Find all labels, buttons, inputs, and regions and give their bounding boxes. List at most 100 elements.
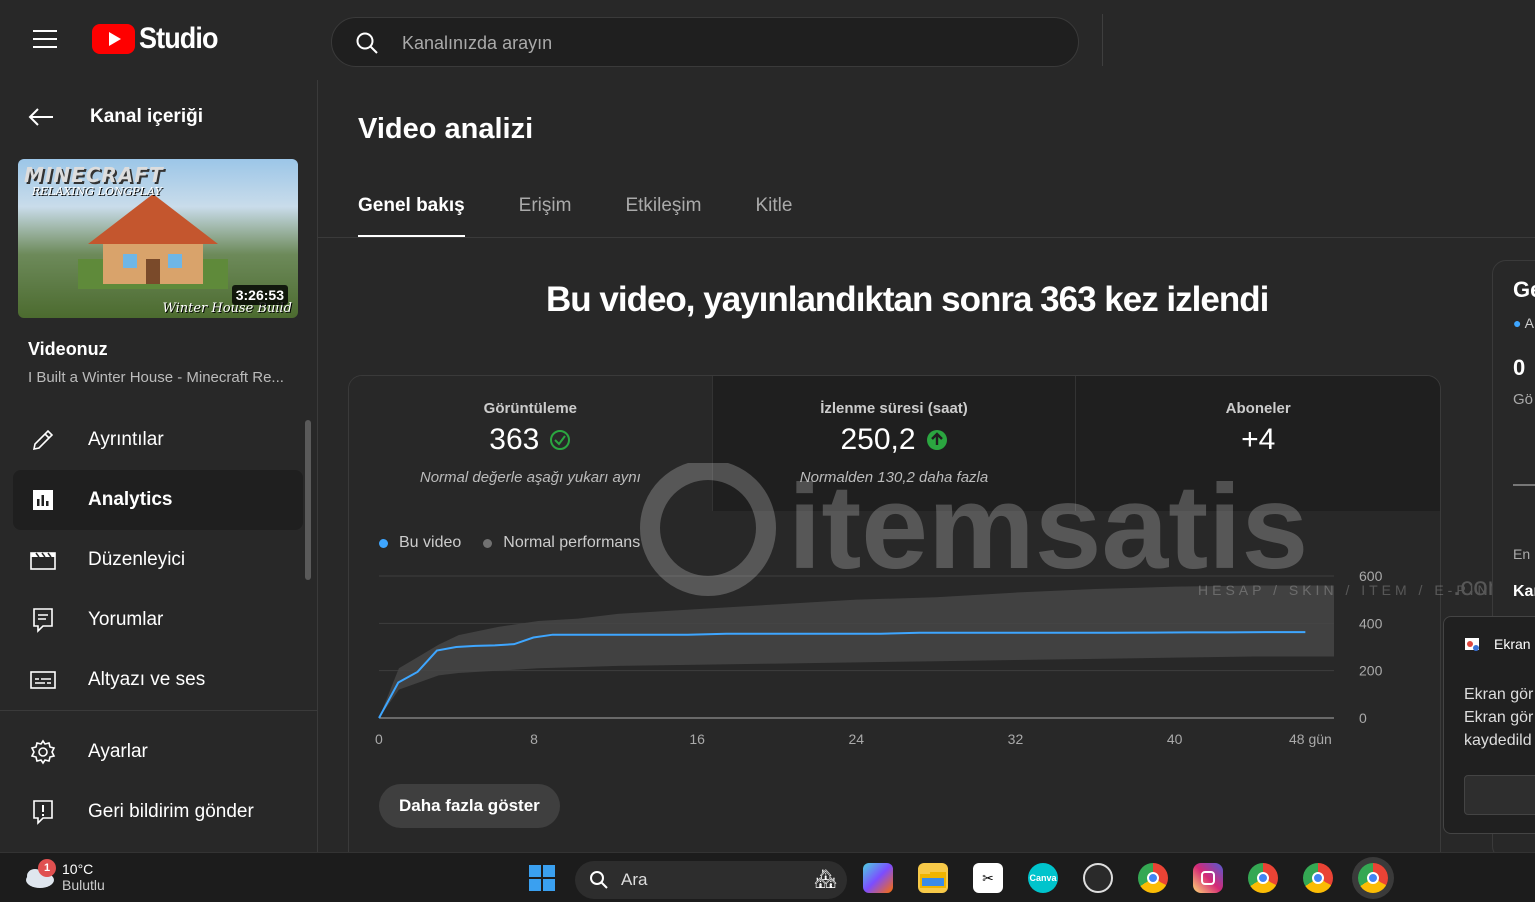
metric-value: +4 — [1241, 423, 1276, 456]
sidebar: Kanal içeriği MINECRAFT RELAXING LONGPLA… — [0, 80, 318, 852]
overview-card: Görüntüleme 363 Normal değerle aşağı yuk… — [348, 375, 1441, 875]
weather-badge: 1 — [38, 859, 56, 877]
metric-value: 363 — [489, 423, 540, 456]
page-title: Video analizi — [358, 113, 534, 145]
sidebar-item-feedback[interactable]: Geri bildirim gönder — [13, 782, 303, 842]
tab-engagement[interactable]: Etkileşim — [625, 195, 701, 238]
weather-text: 10°C Bulutlu — [62, 861, 105, 893]
tab-reach[interactable]: Erişim — [519, 195, 572, 238]
views-chart: 600 400 200 0 0 8 16 24 32 40 48 gün — [375, 568, 1383, 747]
chrome-active-icon[interactable] — [1358, 863, 1388, 893]
legend-typical-performance: Normal performans — [483, 534, 640, 552]
sidebar-item-subtitles[interactable]: Altyazı ve ses — [13, 650, 303, 710]
toast-line: kaydedild — [1464, 732, 1532, 749]
y-tick-label: 400 — [1359, 615, 1383, 631]
copilot-icon[interactable] — [863, 863, 893, 893]
realtime-title: Ge — [1513, 277, 1535, 302]
search-input[interactable] — [402, 30, 1042, 56]
metrics-row: Görüntüleme 363 Normal değerle aşağı yuk… — [349, 376, 1440, 511]
feedback-icon — [30, 799, 56, 825]
search-bar[interactable] — [331, 17, 1079, 67]
toast-action-button[interactable] — [1464, 775, 1535, 815]
search-icon[interactable] — [355, 31, 379, 55]
video-duration: 3:26:53 — [231, 285, 288, 305]
arrow-left-icon — [28, 108, 53, 126]
back-label: Kanal içeriği — [90, 106, 203, 127]
chart-legend: Bu video Normal performans — [379, 534, 662, 552]
chrome-icon[interactable] — [1138, 863, 1168, 893]
canva-icon[interactable]: Canva — [1028, 863, 1058, 893]
check-circle-icon — [550, 430, 571, 450]
thumbnail-subtitle-art: RELAXING LONGPLAY — [32, 185, 162, 198]
x-tick-label: 0 — [375, 731, 383, 747]
metric-label: Görüntüleme — [483, 400, 577, 417]
header-divider — [1102, 14, 1103, 66]
sidebar-scrollbar[interactable] — [305, 420, 311, 580]
tab-bar: Genel bakış Erişim Etkileşim Kitle — [358, 195, 846, 238]
windows-start-icon[interactable] — [527, 863, 557, 893]
sidebar-item-editor[interactable]: Düzenleyici — [13, 530, 303, 590]
tab-audience[interactable]: Kitle — [755, 195, 792, 238]
sidebar-item-details[interactable]: Ayrıntılar — [13, 410, 303, 470]
metric-watch-time[interactable]: İzlenme süresi (saat) 250,2 Normalden 13… — [712, 376, 1077, 511]
screen-capture-toast: Ekran Ekran gör Ekran gör kaydedild — [1443, 616, 1535, 834]
sidebar-item-label: Düzenleyici — [88, 549, 186, 570]
chrome-profile-icon[interactable] — [1303, 863, 1333, 893]
snipping-tool-icon — [1465, 638, 1479, 651]
metric-value-row: +4 — [1076, 423, 1440, 457]
comment-icon — [30, 607, 56, 633]
sidebar-item-comments[interactable]: Yorumlar — [13, 590, 303, 650]
realtime-subtitle: ● A — [1513, 315, 1534, 331]
gear-icon — [30, 739, 56, 765]
sidebar-item-analytics[interactable]: Analytics — [13, 470, 303, 530]
video-thumbnail[interactable]: MINECRAFT RELAXING LONGPLAY Winter House… — [18, 159, 298, 318]
obs-icon[interactable] — [1083, 863, 1113, 893]
metric-value: 250,2 — [840, 423, 916, 456]
metric-label: Aboneler — [1225, 400, 1291, 417]
toast-title: Ekran — [1494, 636, 1531, 652]
metric-value-row: 250,2 — [713, 423, 1076, 457]
realtime-footer-small: En — [1513, 546, 1531, 562]
instagram-icon[interactable] — [1193, 863, 1223, 893]
search-icon — [590, 871, 608, 889]
tabs-divider — [318, 237, 1535, 238]
metric-views[interactable]: Görüntüleme 363 Normal değerle aşağı yuk… — [349, 376, 713, 511]
realtime-footer-bold: Kar — [1513, 583, 1535, 600]
taskbar-search-label: Ara — [621, 870, 648, 889]
metric-label: İzlenme süresi (saat) — [820, 400, 968, 417]
toast-header: Ekran — [1464, 635, 1531, 653]
x-tick-label: 32 — [1008, 731, 1024, 747]
show-more-button[interactable]: Daha fazla göster — [379, 784, 560, 828]
sidebar-item-settings[interactable]: Ayarlar — [13, 722, 303, 782]
file-explorer-icon[interactable] — [918, 863, 948, 893]
legend-this-video: Bu video — [379, 534, 461, 552]
x-tick-label: 40 — [1167, 731, 1183, 747]
thumbnail-title-art: MINECRAFT — [24, 163, 164, 187]
top-bar: Studio — [0, 0, 1535, 80]
weather-temperature: 10°C — [62, 861, 94, 877]
realtime-value: 0 — [1513, 355, 1526, 380]
sidebar-item-label: Analytics — [88, 489, 173, 510]
taskbar-search[interactable]: Ara 🏘 — [575, 861, 847, 899]
studio-logo[interactable]: Studio — [92, 22, 226, 56]
back-to-channel-content[interactable]: Kanal içeriği — [28, 106, 203, 128]
metric-value-row: 363 — [349, 423, 712, 457]
thumbnail-image — [78, 194, 228, 289]
views-headline: Bu video, yayınlandıktan sonra 363 kez i… — [546, 280, 1269, 319]
studio-logo-text: Studio — [139, 22, 218, 55]
chrome-profile-icon[interactable] — [1248, 863, 1278, 893]
arrow-up-circle-icon — [926, 430, 947, 450]
toast-line: Ekran gör — [1464, 686, 1534, 703]
tab-overview[interactable]: Genel bakış — [358, 195, 465, 238]
metric-subscribers[interactable]: Aboneler +4 — [1076, 376, 1440, 511]
main-content: Video analizi Genel bakış Erişim Etkileş… — [318, 80, 1535, 875]
sidebar-item-label: Ayrıntılar — [88, 429, 164, 450]
legend-dot — [483, 538, 493, 548]
capcut-icon[interactable]: ✂ — [973, 863, 1003, 893]
x-tick-label: 24 — [849, 731, 865, 747]
x-tick-label: 48 gün — [1289, 731, 1332, 747]
sidebar-item-label: Yorumlar — [88, 609, 164, 630]
menu-icon[interactable] — [33, 30, 57, 50]
y-tick-label: 600 — [1359, 568, 1383, 584]
weather-widget[interactable]: 1 10°C Bulutlu — [22, 859, 105, 893]
